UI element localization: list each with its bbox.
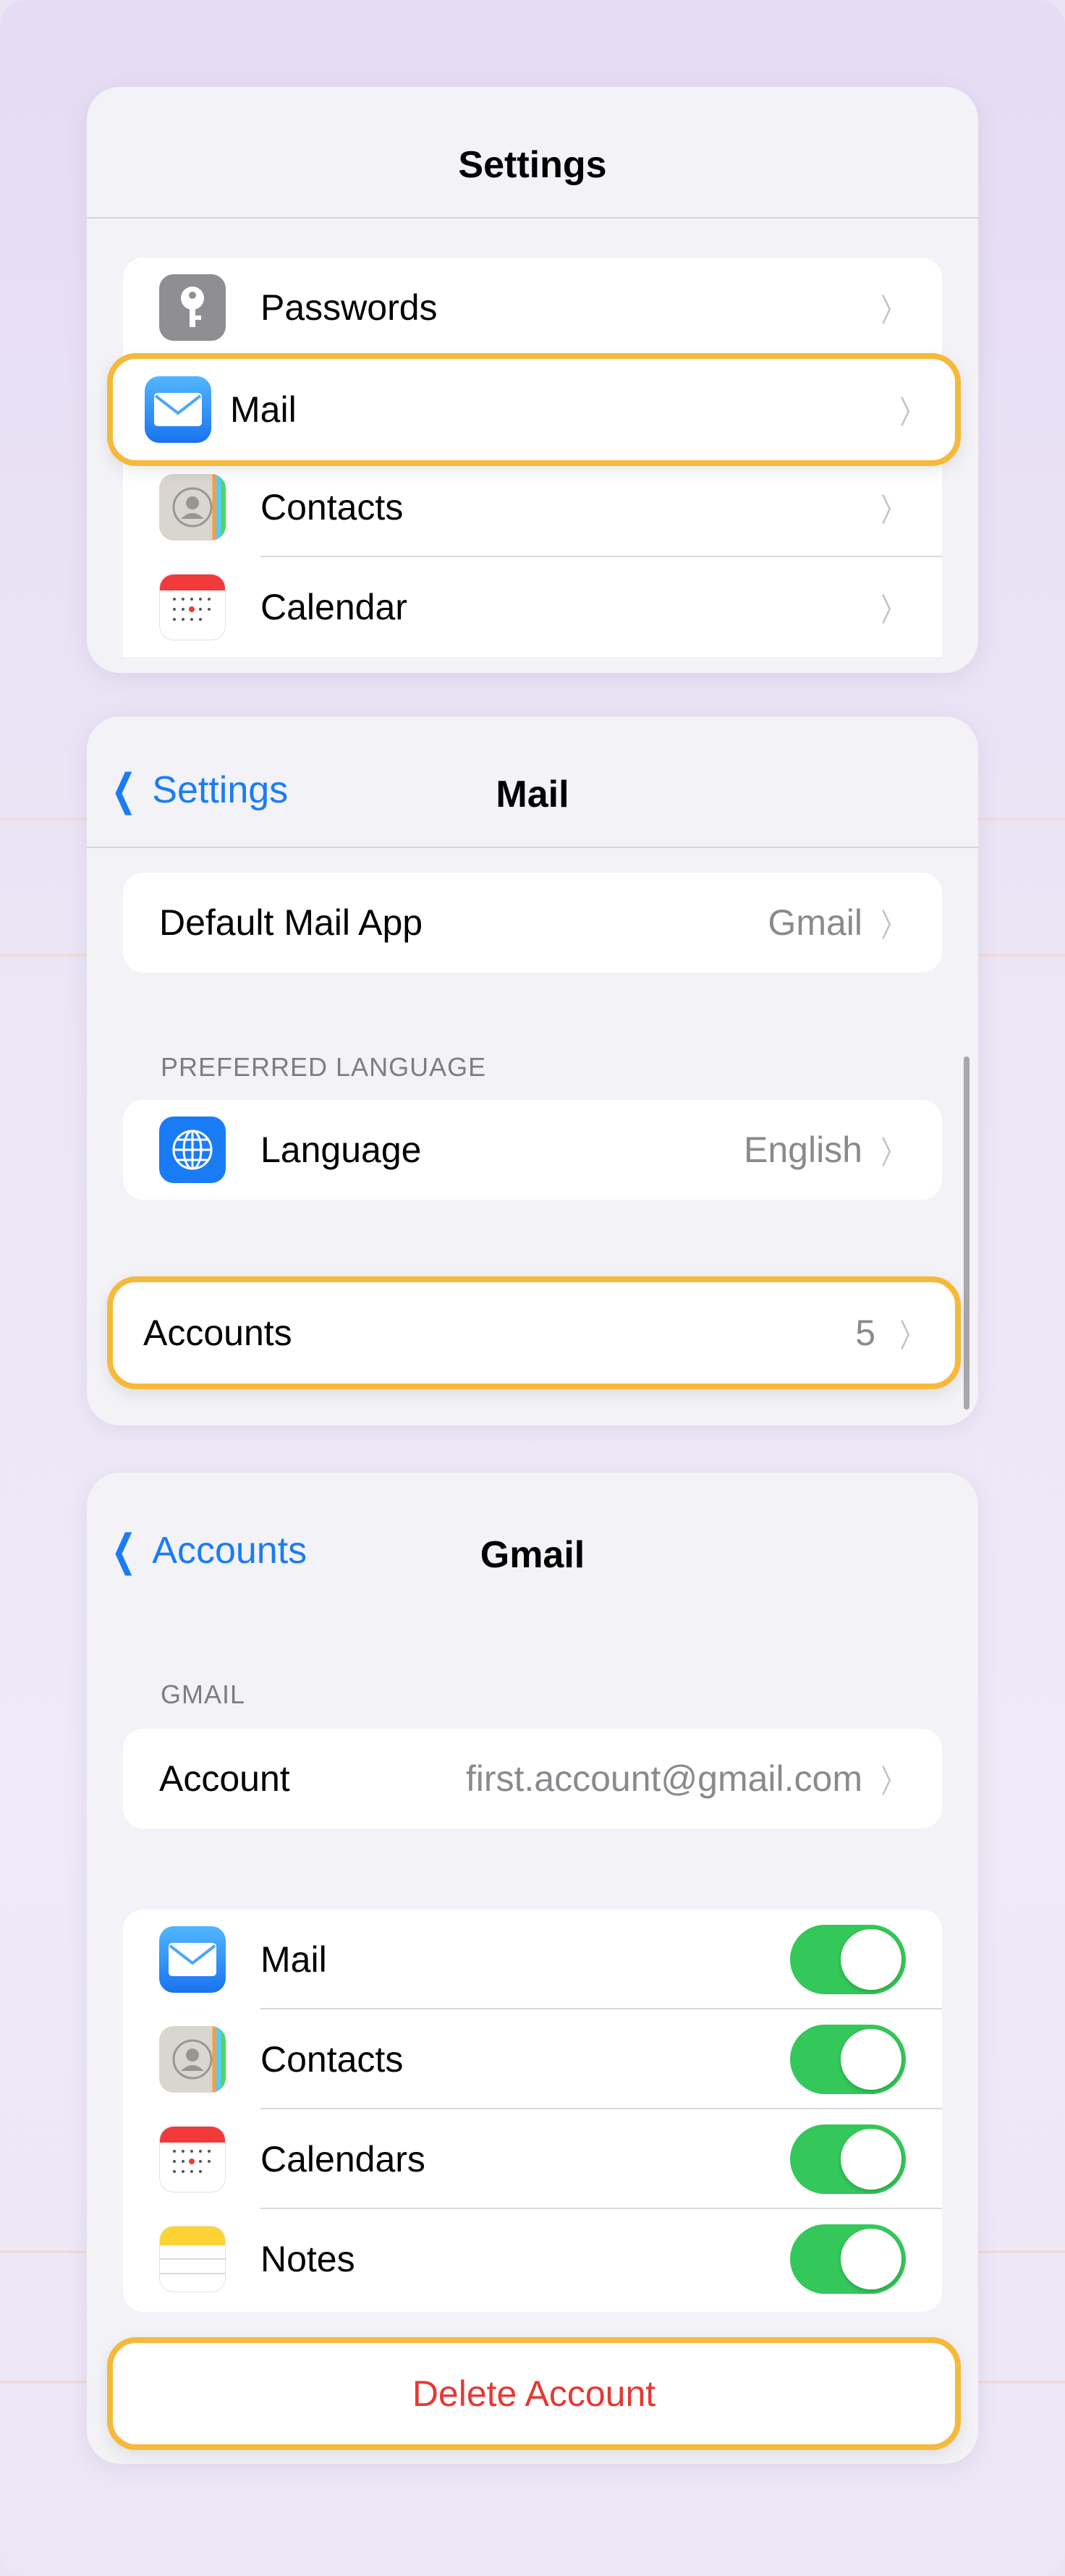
language-label: Language bbox=[260, 1130, 422, 1170]
gmail-nav-bar: ❮ Accounts Gmail bbox=[87, 1473, 978, 1603]
chevron-right-icon: 〉 bbox=[881, 293, 905, 329]
preferred-language-header: PREFERRED LANGUAGE bbox=[161, 1052, 487, 1082]
notes-sync-toggle[interactable] bbox=[790, 2224, 906, 2294]
notes-icon bbox=[159, 2226, 226, 2292]
mail-icon bbox=[145, 376, 211, 443]
language-group: Language English 〉 bbox=[123, 1100, 942, 1200]
contacts-sync-toggle[interactable] bbox=[790, 2025, 906, 2094]
default-mail-app-label: Default Mail App bbox=[159, 902, 423, 943]
accounts-row[interactable]: Accounts 5 〉 bbox=[107, 1276, 961, 1389]
chevron-right-icon: 〉 bbox=[881, 493, 905, 528]
contacts-icon bbox=[159, 474, 226, 541]
chevron-right-icon: 〉 bbox=[881, 593, 905, 628]
sync-toggles-group: Mail Contacts Calendars Notes bbox=[123, 1910, 942, 2312]
account-email: first.account@gmail.com bbox=[465, 1758, 862, 1799]
language-row[interactable]: Language English 〉 bbox=[123, 1100, 942, 1200]
mail-nav-bar: ❮ Settings Mail bbox=[87, 716, 978, 848]
accounts-count: 5 bbox=[855, 1313, 875, 1353]
gmail-section-header: GMAIL bbox=[161, 1679, 246, 1709]
settings-item-passwords[interactable]: Passwords 〉 bbox=[123, 258, 942, 357]
calendars-sync-toggle[interactable] bbox=[790, 2124, 906, 2194]
accounts-label: Accounts bbox=[143, 1313, 292, 1353]
settings-item-label: Mail bbox=[230, 389, 297, 430]
settings-item-label: Passwords bbox=[260, 287, 438, 328]
settings-item-label: Calendar bbox=[260, 587, 407, 627]
toggle-row-notes: Notes bbox=[123, 2209, 942, 2309]
toggle-row-calendars: Calendars bbox=[123, 2109, 942, 2209]
gmail-title: Gmail bbox=[480, 1534, 585, 1576]
language-value: English bbox=[744, 1130, 862, 1170]
toggle-label: Notes bbox=[260, 2239, 355, 2279]
default-mail-app-value: Gmail bbox=[768, 902, 862, 943]
scrollbar[interactable] bbox=[964, 1056, 969, 1410]
chevron-right-icon: 〉 bbox=[881, 1764, 905, 1800]
chevron-right-icon: 〉 bbox=[881, 908, 905, 944]
default-mail-app-row[interactable]: Default Mail App Gmail 〉 bbox=[123, 873, 942, 973]
calendar-icon bbox=[159, 574, 226, 640]
settings-item-mail[interactable]: Mail 〉 bbox=[107, 353, 961, 466]
toggle-label: Calendars bbox=[260, 2139, 425, 2179]
toggle-row-contacts: Contacts bbox=[123, 2009, 942, 2109]
mail-icon bbox=[159, 1926, 226, 1993]
settings-item-label: Contacts bbox=[260, 487, 404, 528]
contacts-icon bbox=[159, 2026, 226, 2093]
settings-item-contacts[interactable]: Contacts 〉 bbox=[123, 457, 942, 557]
globe-icon bbox=[159, 1117, 226, 1183]
toggle-row-mail: Mail bbox=[123, 1910, 942, 2009]
toggle-label: Contacts bbox=[260, 2039, 404, 2080]
calendar-icon bbox=[159, 2126, 226, 2192]
gmail-panel: ❮ Accounts Gmail GMAIL Account first.acc… bbox=[87, 1473, 978, 2464]
account-label: Account bbox=[159, 1758, 290, 1799]
settings-nav-bar: Settings bbox=[87, 87, 978, 219]
account-group: Account first.account@gmail.com 〉 bbox=[123, 1729, 942, 1829]
mail-title: Mail bbox=[496, 774, 569, 815]
delete-account-label: Delete Account bbox=[412, 2373, 656, 2414]
account-row[interactable]: Account first.account@gmail.com 〉 bbox=[123, 1729, 942, 1829]
mail-sync-toggle[interactable] bbox=[790, 1925, 906, 1994]
key-icon bbox=[159, 274, 226, 341]
chevron-right-icon: 〉 bbox=[881, 1135, 905, 1171]
chevron-right-icon: 〉 bbox=[899, 1318, 924, 1354]
default-mail-app-group: Default Mail App Gmail 〉 bbox=[123, 873, 942, 973]
toggle-label: Mail bbox=[260, 1939, 327, 1980]
chevron-right-icon: 〉 bbox=[899, 395, 924, 431]
settings-title: Settings bbox=[458, 144, 607, 186]
delete-account-button[interactable]: Delete Account bbox=[107, 2337, 961, 2450]
settings-item-calendar[interactable]: Calendar 〉 bbox=[123, 557, 942, 657]
